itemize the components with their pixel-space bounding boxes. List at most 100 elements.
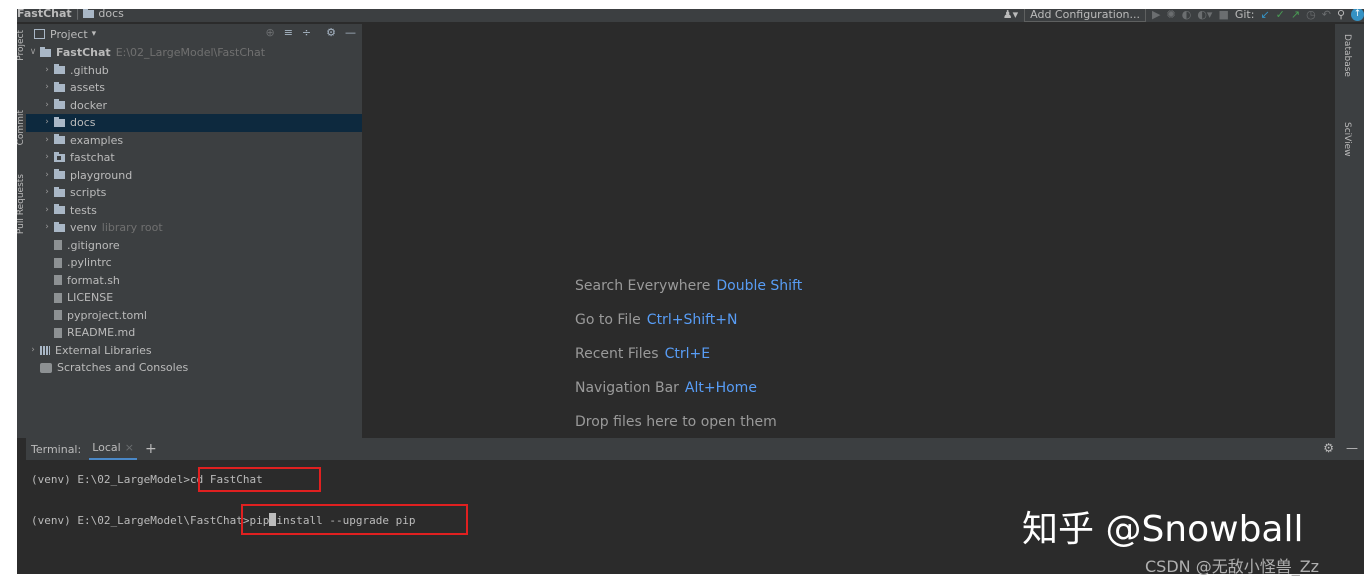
terminal-prompt: (venv) E:\02_LargeModel\FastChat <box>31 514 243 527</box>
folder-icon <box>40 46 51 57</box>
tree-item-scripts[interactable]: › scripts <box>26 184 362 202</box>
locate-icon[interactable]: ⊕ <box>265 26 274 39</box>
root-name: FastChat <box>56 46 111 59</box>
tree-item-venv[interactable]: › venv library root <box>26 219 362 237</box>
chevron-right-icon[interactable]: › <box>40 79 54 97</box>
new-terminal-icon[interactable]: + <box>145 441 157 457</box>
expand-all-icon[interactable]: ≡ <box>284 26 293 39</box>
user-icon[interactable]: ♟▾ <box>1003 9 1018 21</box>
git-update-icon[interactable]: ↙ <box>1260 9 1269 21</box>
tree-item-label: venv <box>70 221 97 234</box>
hint-shortcut: Double Shift <box>716 278 803 294</box>
terminal-header: Terminal: Local × + ⚙ — <box>26 438 1364 460</box>
close-icon[interactable]: × <box>125 441 134 454</box>
tree-item-fastchat[interactable]: › fastchat <box>26 149 362 167</box>
chevron-right-icon[interactable]: › <box>40 184 54 202</box>
tree-item-docs[interactable]: › docs <box>26 114 362 132</box>
chevron-right-icon[interactable]: › <box>40 219 54 237</box>
commit-tool-tab[interactable]: Commit <box>17 110 26 145</box>
chevron-right-icon[interactable]: › <box>40 202 54 220</box>
chevron-right-icon[interactable]: › <box>40 97 54 115</box>
chevron-down-icon[interactable]: ∨ <box>26 44 40 62</box>
external-libraries-label: External Libraries <box>55 343 152 357</box>
tree-external-libraries[interactable]: › External Libraries <box>26 342 362 360</box>
tree-item-label: scripts <box>70 186 107 199</box>
chevron-down-icon[interactable]: ▾ <box>92 29 97 39</box>
chevron-right-icon[interactable]: › <box>40 114 54 132</box>
tree-item-docker[interactable]: › docker <box>26 97 362 115</box>
hint-shortcut: Ctrl+Shift+N <box>646 312 738 328</box>
tree-root[interactable]: ∨ FastChat E:\02_LargeModel\FastChat <box>26 44 362 62</box>
tree-item-license[interactable]: LICENSE <box>26 289 362 307</box>
tree-scratches[interactable]: Scratches and Consoles <box>26 359 362 377</box>
hint-navigation-bar: Navigation Bar Alt+Home <box>575 380 757 396</box>
profile-icon[interactable]: ◐▾ <box>1197 9 1212 21</box>
left-tool-strip: Project Commit Pull Requests <box>17 24 26 438</box>
run-icon[interactable]: ▶ <box>1152 9 1160 21</box>
sciview-tool-tab[interactable]: SciView <box>1342 122 1352 157</box>
csdn-watermark: CSDN @无敌小怪兽_Zz <box>1145 557 1320 576</box>
folder-icon <box>54 99 65 110</box>
add-configuration-button[interactable]: Add Configuration... <box>1024 9 1147 22</box>
hide-icon[interactable]: — <box>345 26 356 39</box>
gear-icon[interactable]: ⚙ <box>1323 441 1334 455</box>
stop-icon[interactable]: ■ <box>1218 9 1228 21</box>
terminal-prompt: (venv) E:\02_LargeModel <box>31 473 184 486</box>
tree-item-examples[interactable]: › examples <box>26 132 362 150</box>
tree-item-github[interactable]: › .github <box>26 62 362 80</box>
coverage-icon[interactable]: ◐ <box>1182 9 1192 21</box>
tree-item-label: README.md <box>67 326 136 339</box>
tree-item-assets[interactable]: › assets <box>26 79 362 97</box>
history-icon[interactable]: ◷ <box>1306 9 1316 21</box>
debug-icon[interactable]: ✺ <box>1166 9 1175 21</box>
search-icon[interactable]: ⚲ <box>1337 9 1345 21</box>
chevron-right-icon[interactable]: › <box>40 149 54 167</box>
tree-item-label: assets <box>70 81 106 94</box>
tree-item-label: LICENSE <box>67 291 114 304</box>
file-icon <box>54 327 62 338</box>
tree-item-label: examples <box>70 133 124 147</box>
scratches-label: Scratches and Consoles <box>57 361 189 374</box>
tree-item-readme-md[interactable]: README.md <box>26 324 362 342</box>
tree-item-pylintrc[interactable]: .pylintrc <box>26 254 362 272</box>
breadcrumb-folder[interactable]: docs <box>98 9 124 20</box>
chevron-right-icon[interactable]: › <box>40 132 54 150</box>
terminal-tab-local[interactable]: Local × <box>89 438 137 460</box>
hide-icon[interactable]: — <box>1346 441 1358 455</box>
chevron-right-icon[interactable]: › <box>26 342 40 360</box>
terminal-label: Terminal: <box>31 442 82 456</box>
ide-window: FastChat | docs ♟▾ Add Configuration... … <box>17 9 1364 574</box>
pull-requests-tool-tab[interactable]: Pull Requests <box>17 174 26 234</box>
file-icon <box>54 292 62 303</box>
chevron-right-icon[interactable]: › <box>40 167 54 185</box>
tree-item-playground[interactable]: › playground <box>26 167 362 185</box>
navigation-bar: FastChat | docs ♟▾ Add Configuration... … <box>17 9 1364 23</box>
chevron-right-icon[interactable]: › <box>40 62 54 80</box>
file-icon <box>54 240 62 251</box>
tree-item-pyproject-toml[interactable]: pyproject.toml <box>26 307 362 325</box>
collapse-all-icon[interactable]: ÷ <box>302 26 311 39</box>
git-label: Git: <box>1234 9 1255 21</box>
file-icon <box>54 275 62 286</box>
git-push-icon[interactable]: ↗ <box>1291 9 1300 21</box>
tree-item-label: .pylintrc <box>67 256 112 269</box>
breadcrumb-project[interactable]: FastChat <box>17 9 72 20</box>
rollback-icon[interactable]: ↶ <box>1322 9 1331 21</box>
database-tool-tab[interactable]: Database <box>1342 34 1352 77</box>
tree-item-tests[interactable]: › tests <box>26 202 362 220</box>
git-commit-icon[interactable]: ✓ <box>1276 9 1285 21</box>
hint-text: Go to File <box>575 312 641 328</box>
file-icon <box>54 257 62 268</box>
project-tool-tab[interactable]: Project <box>17 30 26 61</box>
project-panel: Project ▾ ⊕ ≡ ÷ ⚙ — ∨ FastChat E:\02_Lar… <box>26 24 362 438</box>
folder-icon <box>54 81 65 92</box>
folder-icon <box>83 9 95 18</box>
project-view-selector[interactable]: Project <box>50 28 88 41</box>
update-icon[interactable]: ↑ <box>1351 9 1364 21</box>
folder-icon <box>54 116 65 127</box>
tree-item-label: fastchat <box>70 151 115 164</box>
hint-recent-files: Recent Files Ctrl+E <box>575 346 710 362</box>
tree-item-gitignore[interactable]: .gitignore <box>26 237 362 255</box>
gear-icon[interactable]: ⚙ <box>326 26 336 39</box>
tree-item-format-sh[interactable]: format.sh <box>26 272 362 290</box>
